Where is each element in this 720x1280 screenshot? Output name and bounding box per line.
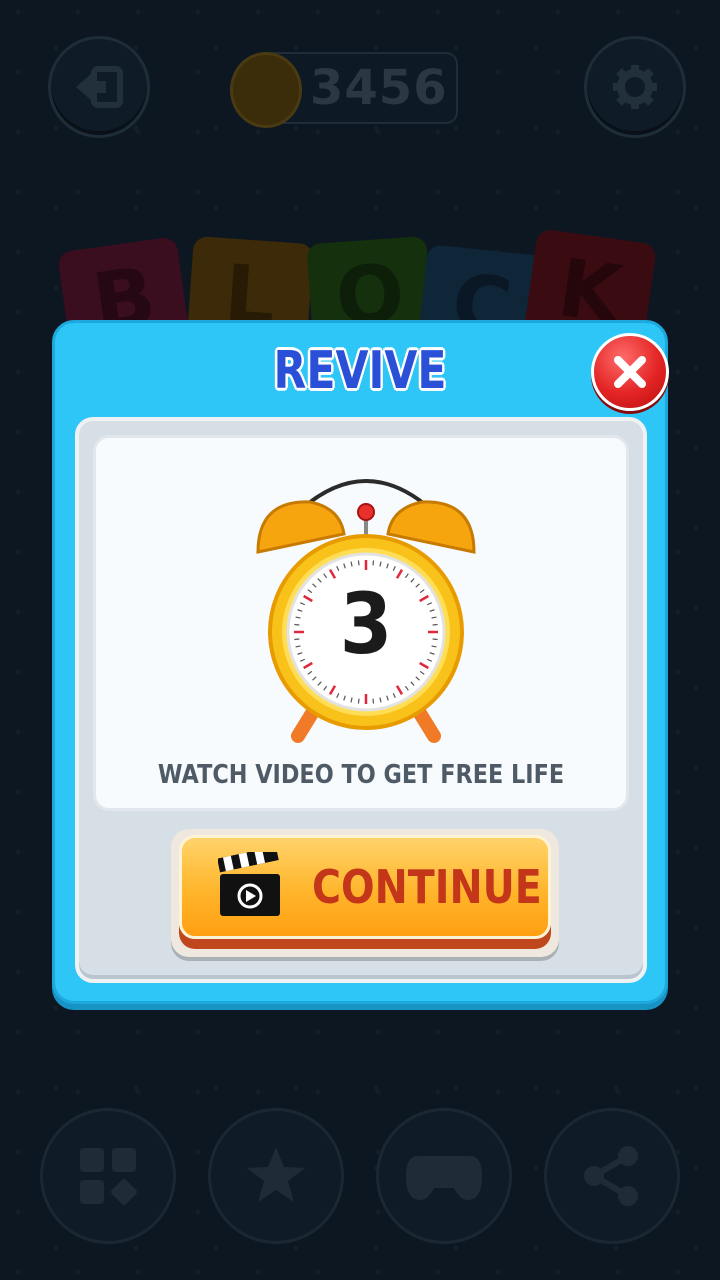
blocks-icon	[80, 1148, 137, 1205]
alarm-clock-icon: 3	[254, 460, 478, 746]
dialog-body: 3 WATCH VIDEO TO GET FREE LIFE CONTINUE	[75, 417, 647, 983]
clock-tick	[372, 560, 375, 566]
continue-button[interactable]: CONTINUE	[179, 835, 551, 939]
clock-tick	[357, 698, 360, 704]
continue-label: CONTINUE	[312, 860, 542, 914]
watch-video-message: WATCH VIDEO TO GET FREE LIFE	[157, 760, 565, 790]
star-icon	[247, 1147, 305, 1202]
nav-blocks-button[interactable]	[40, 1108, 176, 1244]
close-button[interactable]	[591, 333, 669, 411]
gamepad-icon	[406, 1156, 482, 1200]
continue-button-frame: CONTINUE	[171, 829, 559, 957]
clock-tick	[357, 560, 360, 566]
coin-count: 3456	[310, 60, 448, 116]
exit-icon	[76, 66, 123, 108]
share-icon	[584, 1146, 638, 1206]
countdown-card: 3 WATCH VIDEO TO GET FREE LIFE	[93, 435, 629, 811]
gear-icon	[613, 65, 657, 109]
clapperboard-icon	[218, 852, 280, 916]
coin-icon	[230, 52, 302, 128]
countdown-number: 3	[339, 575, 393, 673]
clock-tick	[372, 698, 375, 704]
nav-games-button[interactable]	[376, 1108, 512, 1244]
exit-button[interactable]	[48, 36, 150, 138]
nav-share-button[interactable]	[544, 1108, 680, 1244]
nav-star-button[interactable]	[208, 1108, 344, 1244]
settings-button[interactable]	[584, 36, 686, 138]
revive-dialog: REVIVE 3 WATCH VIDEO TO GET FREE LIFE CO…	[52, 320, 669, 1004]
close-icon	[614, 356, 646, 388]
dialog-title: REVIVE	[273, 341, 447, 401]
